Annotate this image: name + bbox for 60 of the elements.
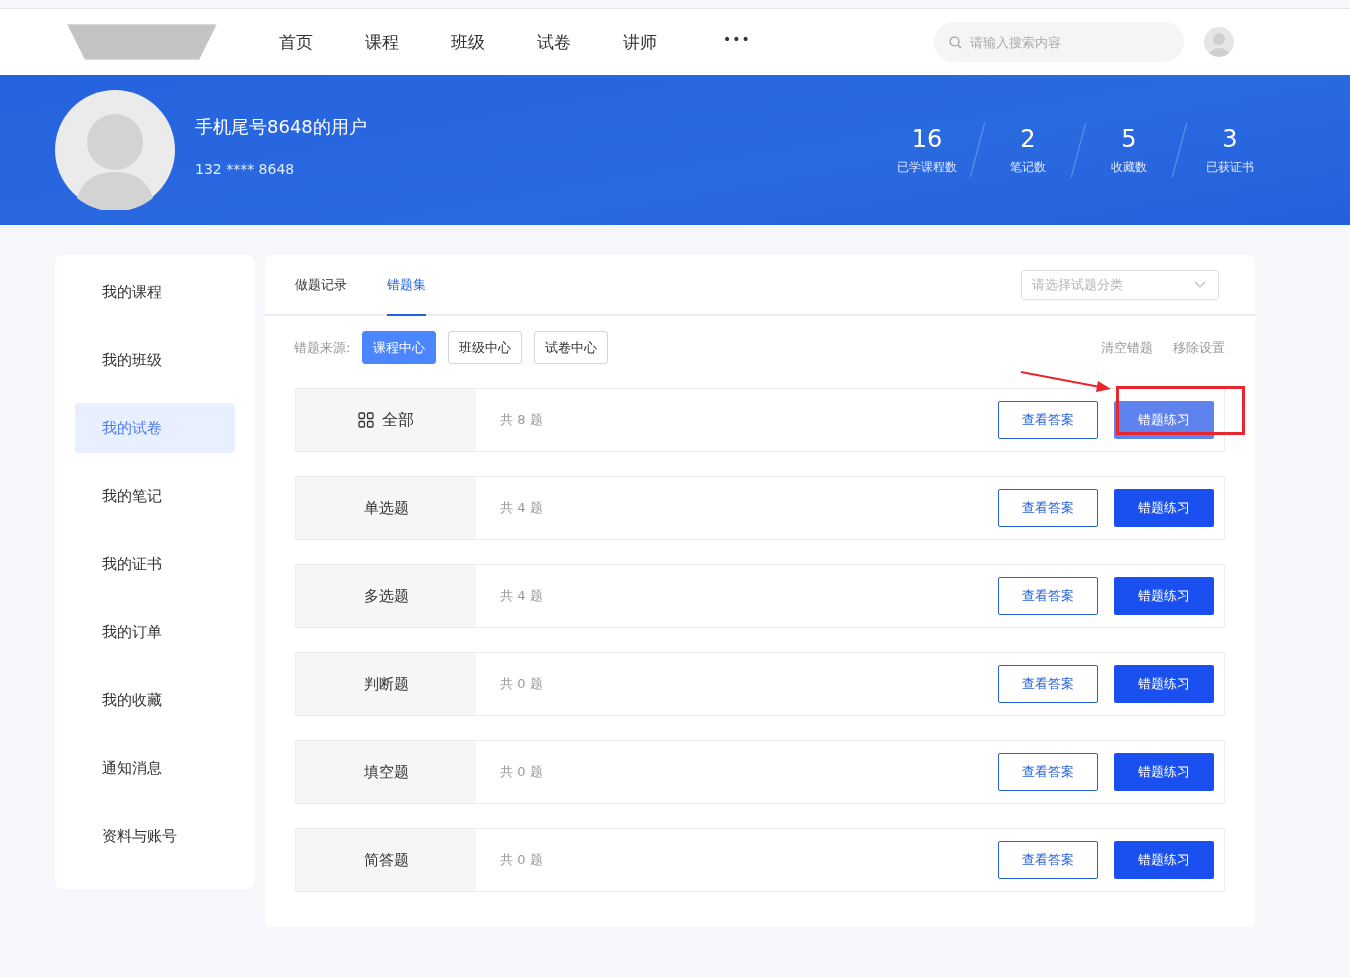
- view-answers-button[interactable]: 查看答案: [998, 753, 1098, 791]
- question-count: 共 4 题: [500, 499, 543, 517]
- practice-button[interactable]: 错题练习: [1114, 489, 1214, 527]
- view-answers-button[interactable]: 查看答案: [998, 841, 1098, 879]
- sidebar-item[interactable]: 资料与账号: [75, 811, 235, 861]
- question-count: 共 0 题: [500, 763, 543, 781]
- sidebar-item[interactable]: 我的证书: [75, 539, 235, 589]
- stat-label: 收藏数: [1111, 158, 1147, 176]
- sidebar-item[interactable]: 我的笔记: [75, 471, 235, 521]
- stat-label: 已学课程数: [897, 158, 957, 176]
- stat-value: 2: [1020, 124, 1036, 153]
- sidebar-item[interactable]: 我的收藏: [75, 675, 235, 725]
- source-label: 错题来源:: [294, 338, 351, 357]
- stat-label: 已获证书: [1206, 158, 1254, 176]
- avatar-icon: [55, 90, 175, 210]
- practice-button[interactable]: 错题练习: [1114, 577, 1214, 615]
- question-type-label: 全部: [382, 409, 414, 431]
- sidebar-item[interactable]: 我的课程: [75, 267, 235, 317]
- sidebar-item[interactable]: 我的班级: [75, 335, 235, 385]
- question-count: 共 4 题: [500, 587, 543, 605]
- stat-value: 5: [1121, 124, 1137, 153]
- view-answers-button[interactable]: 查看答案: [998, 401, 1098, 439]
- practice-button[interactable]: 错题练习: [1114, 665, 1214, 703]
- stat-label: 笔记数: [1010, 158, 1046, 176]
- sidebar-item[interactable]: 通知消息: [75, 743, 235, 793]
- sidebar-item[interactable]: 我的试卷: [75, 403, 235, 453]
- question-type-label: 简答题: [363, 850, 409, 870]
- nav-link[interactable]: 试卷: [537, 30, 623, 54]
- grid-icon: [358, 412, 374, 428]
- question-type-label: 单选题: [363, 498, 409, 518]
- question-type-label: 判断题: [363, 674, 409, 694]
- question-count: 共 0 题: [500, 675, 543, 693]
- view-answers-button[interactable]: 查看答案: [998, 489, 1098, 527]
- nav-link[interactable]: 讲师: [623, 30, 709, 54]
- nav-link[interactable]: 班级: [451, 30, 537, 54]
- more-link[interactable]: •••: [723, 30, 751, 54]
- tab[interactable]: 错题集: [387, 255, 426, 316]
- nav-link[interactable]: 首页: [279, 30, 365, 54]
- source-option-button[interactable]: 试卷中心: [534, 331, 609, 364]
- search-field[interactable]: 请输入搜索内容: [933, 22, 1184, 62]
- source-option-button[interactable]: 班级中心: [448, 331, 523, 364]
- view-answers-button[interactable]: 查看答案: [998, 577, 1098, 615]
- question-count: 共 8 题: [500, 411, 543, 429]
- stat-value: 3: [1222, 124, 1238, 153]
- user-name: 手机尾号8648的用户: [195, 115, 367, 139]
- chevron-down-icon: [1194, 281, 1206, 288]
- user-avatar-icon[interactable]: [1203, 27, 1234, 57]
- practice-button[interactable]: 错题练习: [1114, 401, 1214, 439]
- source-option-button[interactable]: 课程中心: [362, 331, 437, 364]
- tab[interactable]: 做题记录: [295, 255, 347, 316]
- practice-button[interactable]: 错题练习: [1114, 841, 1214, 879]
- sidebar-item[interactable]: 我的订单: [75, 607, 235, 657]
- question-type-label: 多选题: [363, 586, 409, 606]
- stat-value: 16: [911, 124, 943, 153]
- nav-link[interactable]: 课程: [365, 30, 451, 54]
- practice-button[interactable]: 错题练习: [1114, 753, 1214, 791]
- view-answers-button[interactable]: 查看答案: [998, 665, 1098, 703]
- question-count: 共 0 题: [500, 851, 543, 869]
- question-type-label: 填空题: [363, 762, 409, 782]
- user-phone: 132 **** 8648: [195, 161, 296, 177]
